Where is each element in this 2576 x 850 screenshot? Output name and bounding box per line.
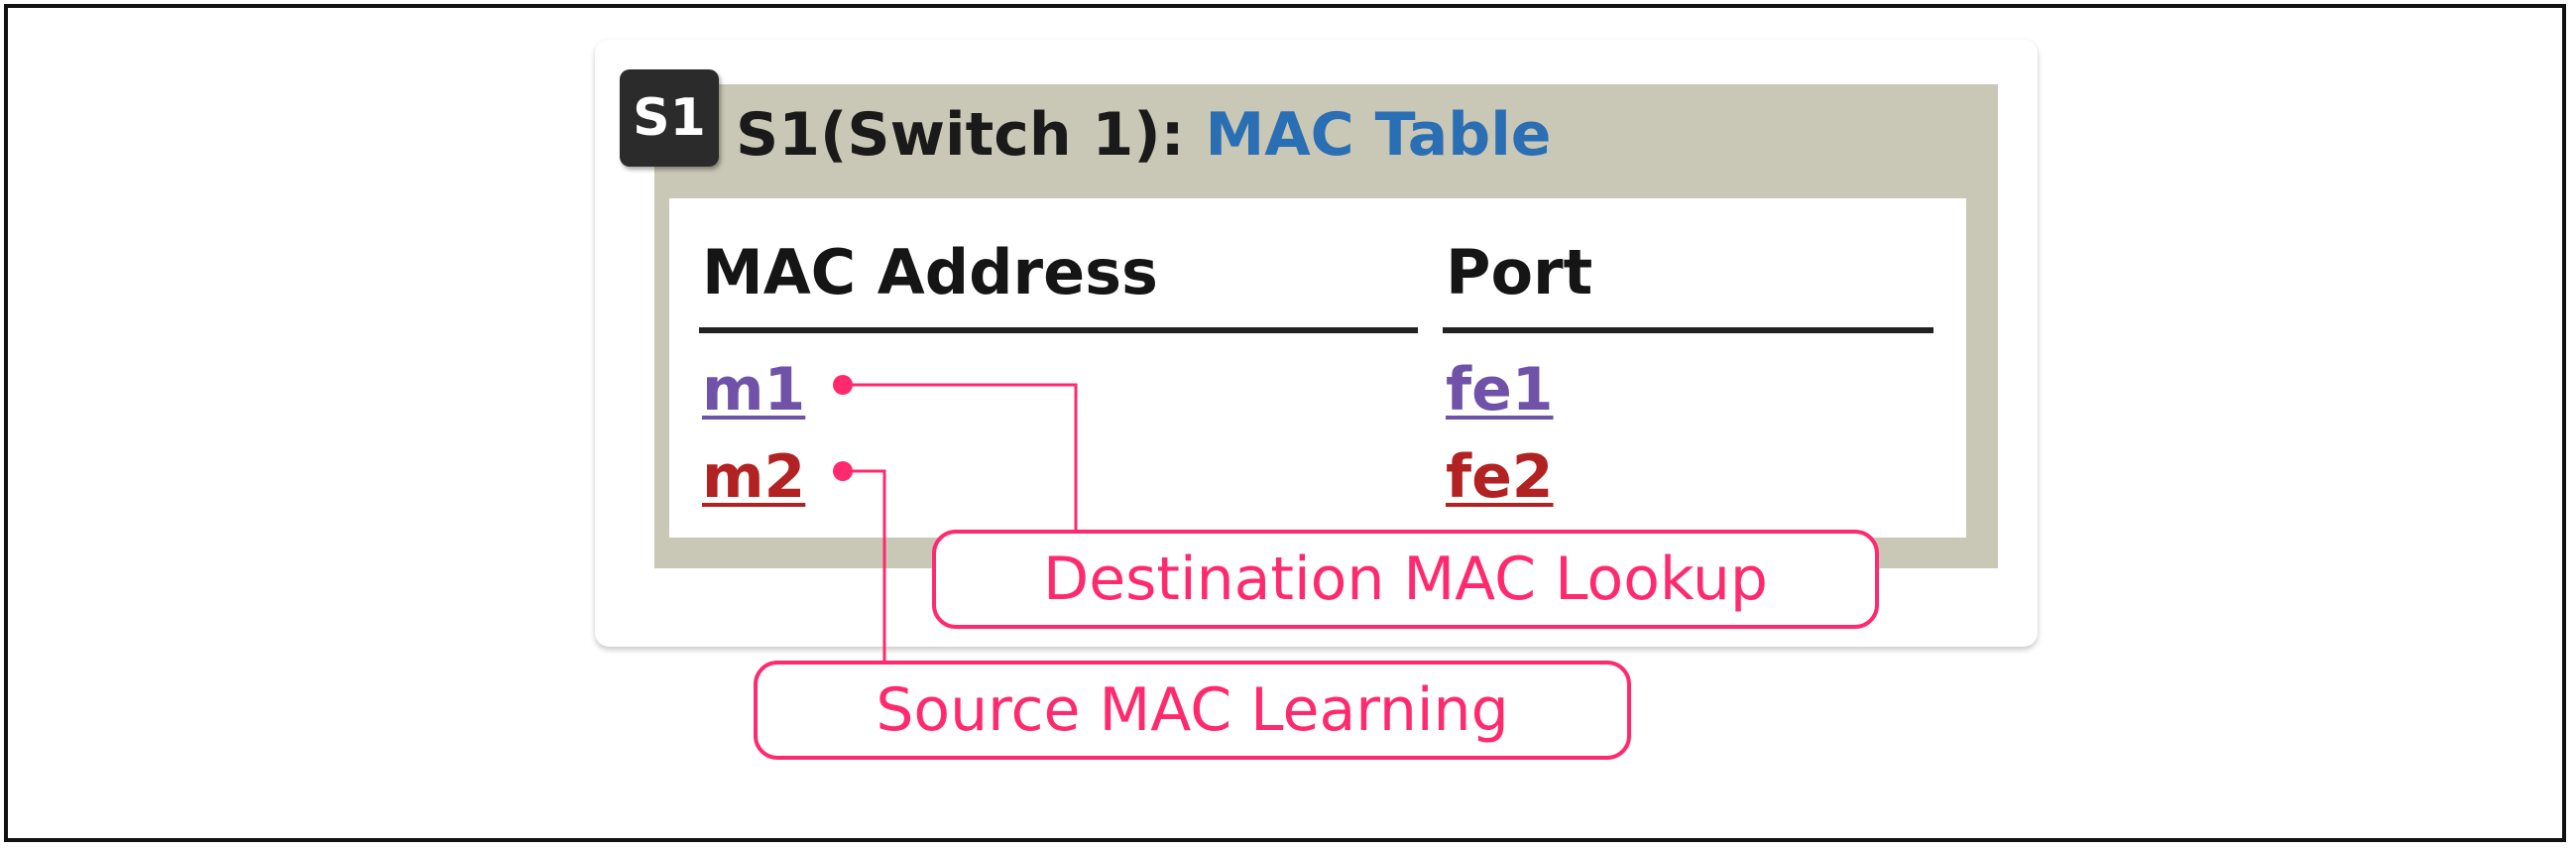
destination-connector-line	[843, 383, 1078, 532]
destination-mac-lookup-callout: Destination MAC Lookup	[932, 530, 1879, 629]
row-2-connector-dot	[833, 461, 853, 481]
source-connector-line	[843, 469, 886, 661]
source-mac-learning-callout: Source MAC Learning	[754, 661, 1631, 760]
row-1-connector-dot	[833, 375, 853, 395]
